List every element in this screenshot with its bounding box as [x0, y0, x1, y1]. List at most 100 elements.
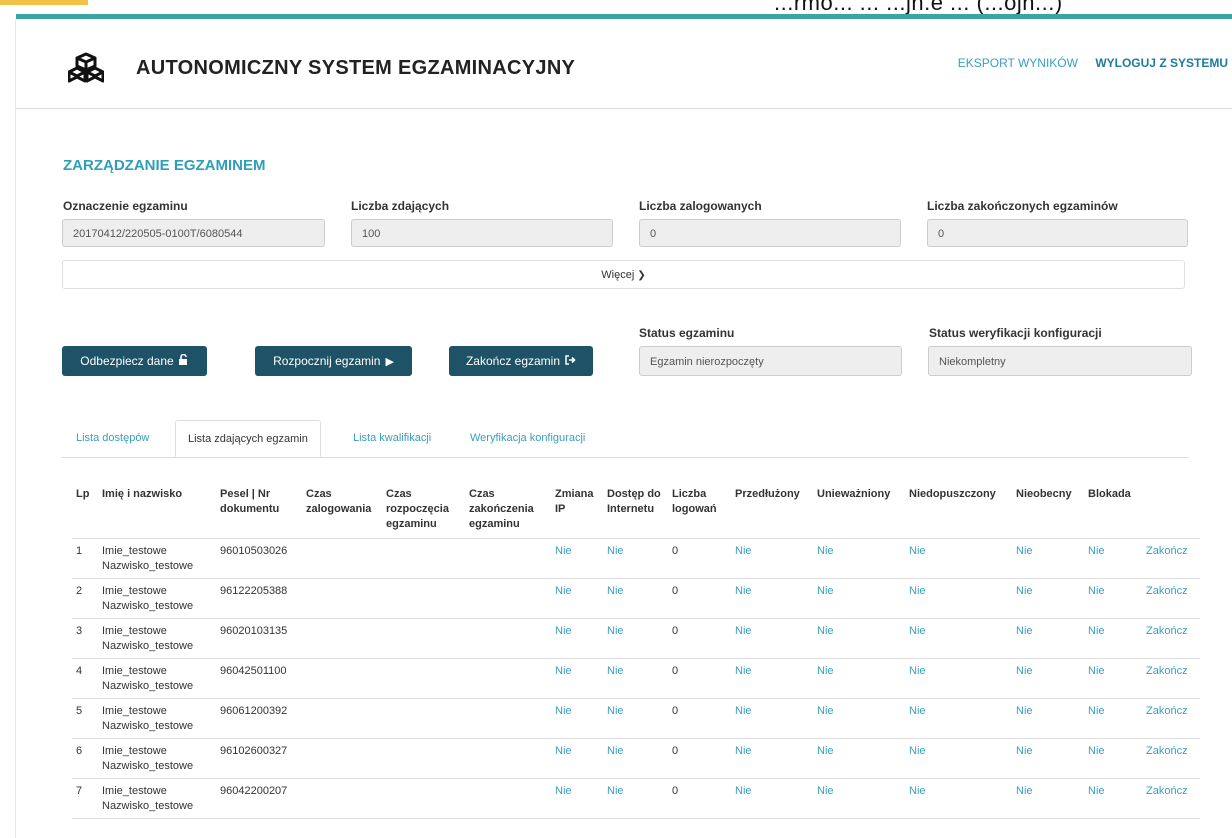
blocked-cell[interactable]: Nie: [1084, 658, 1142, 699]
ip-change-cell[interactable]: Nie: [551, 538, 603, 579]
internet-access-cell[interactable]: Nie: [603, 778, 668, 819]
ip-change-cell[interactable]: Nie: [551, 578, 603, 619]
exam-id-label: Oznaczenie egzaminu: [63, 199, 188, 213]
tab-config-verification[interactable]: Weryfikacja konfiguracji: [470, 420, 585, 457]
login-time-cell: [302, 778, 382, 819]
not-admitted-cell[interactable]: Nie: [905, 538, 1012, 579]
ip-change-cell[interactable]: Nie: [551, 698, 603, 739]
not-admitted-cell[interactable]: Nie: [905, 698, 1012, 739]
invalidated-cell[interactable]: Nie: [813, 698, 905, 739]
internet-access-cell[interactable]: Nie: [603, 578, 668, 619]
internet-access-cell[interactable]: Nie: [603, 618, 668, 659]
table-row: 2 Imie_testowe Nazwisko_testowe 96122205388…: [72, 578, 1200, 619]
participant-name: Imie_testowe Nazwisko_testowe: [98, 578, 216, 619]
login-count-cell: 0: [668, 578, 731, 619]
end-time-cell: [465, 618, 551, 659]
not-admitted-cell[interactable]: Nie: [905, 738, 1012, 779]
blocked-cell[interactable]: Nie: [1084, 698, 1142, 739]
end-exam-button[interactable]: Zakończ egzamin: [449, 346, 593, 376]
ip-change-cell[interactable]: Nie: [551, 618, 603, 659]
end-exam-row-link[interactable]: Zakończ: [1142, 578, 1200, 619]
invalidated-cell[interactable]: Nie: [813, 778, 905, 819]
browser-top-strip: ...rmo... ... ...jn.e ... (...ojn...): [0, 0, 1232, 15]
absent-cell[interactable]: Nie: [1012, 618, 1084, 659]
extended-cell[interactable]: Nie: [731, 698, 813, 739]
login-time-cell: [302, 698, 382, 739]
not-admitted-cell[interactable]: Nie: [905, 618, 1012, 659]
ip-change-cell[interactable]: Nie: [551, 778, 603, 819]
invalidated-cell[interactable]: Nie: [813, 658, 905, 699]
table-row: 4 Imie_testowe Nazwisko_testowe 96042501100…: [72, 658, 1200, 699]
first-name: Imie_testowe: [102, 665, 167, 677]
participant-name: Imie_testowe Nazwisko_testowe: [98, 538, 216, 579]
start-exam-button[interactable]: Rozpocznij egzamin ▶: [255, 346, 412, 376]
start-time-cell: [382, 698, 465, 739]
blocked-cell[interactable]: Nie: [1084, 538, 1142, 579]
login-count-cell: 0: [668, 698, 731, 739]
absent-cell[interactable]: Nie: [1012, 658, 1084, 699]
end-exam-label: Zakończ egzamin: [465, 354, 561, 368]
sign-out-icon: [565, 355, 576, 368]
absent-cell[interactable]: Nie: [1012, 578, 1084, 619]
participant-name: Imie_testowe Nazwisko_testowe: [98, 698, 216, 739]
absent-cell[interactable]: Nie: [1012, 778, 1084, 819]
blocked-cell[interactable]: Nie: [1084, 738, 1142, 779]
absent-cell[interactable]: Nie: [1012, 538, 1084, 579]
tab-qualifications-list[interactable]: Lista kwalifikacji: [353, 420, 431, 457]
extended-cell[interactable]: Nie: [731, 738, 813, 779]
config-status-label: Status weryfikacji konfiguracji: [929, 326, 1102, 340]
participants-field: 100: [351, 219, 613, 247]
tab-participants-list[interactable]: Lista zdających egzamin: [175, 420, 321, 457]
end-exam-row-link[interactable]: Zakończ: [1142, 738, 1200, 779]
extended-cell[interactable]: Nie: [731, 578, 813, 619]
unlock-data-button[interactable]: Odbezpiecz dane: [62, 346, 207, 376]
ip-change-cell[interactable]: Nie: [551, 738, 603, 779]
extended-cell[interactable]: Nie: [731, 778, 813, 819]
login-count-cell: 0: [668, 738, 731, 779]
end-exam-row-link[interactable]: Zakończ: [1142, 618, 1200, 659]
extended-cell[interactable]: Nie: [731, 538, 813, 579]
invalidated-cell[interactable]: Nie: [813, 738, 905, 779]
tab-access-list[interactable]: Lista dostępów: [76, 420, 149, 457]
not-admitted-cell[interactable]: Nie: [905, 658, 1012, 699]
pesel-cell: 96010503026: [216, 538, 302, 579]
col-start-time: Czas rozpoczęcia egzaminu: [382, 482, 465, 539]
end-exam-row-link[interactable]: Zakończ: [1142, 658, 1200, 699]
participants-table: Lp Imię i nazwisko Pesel | Nr dokumentu …: [72, 482, 1200, 819]
invalidated-cell[interactable]: Nie: [813, 618, 905, 659]
internet-access-cell[interactable]: Nie: [603, 738, 668, 779]
cubes-icon: [68, 52, 104, 83]
internet-access-cell[interactable]: Nie: [603, 698, 668, 739]
invalidated-cell[interactable]: Nie: [813, 538, 905, 579]
not-admitted-cell[interactable]: Nie: [905, 578, 1012, 619]
participant-name: Imie_testowe Nazwisko_testowe: [98, 738, 216, 779]
more-toggle[interactable]: Więcej ❯: [62, 260, 1185, 289]
ip-change-cell[interactable]: Nie: [551, 658, 603, 699]
col-pesel: Pesel | Nr dokumentu: [216, 482, 302, 539]
play-icon: ▶: [385, 356, 394, 368]
end-exam-row-link[interactable]: Zakończ: [1142, 778, 1200, 819]
end-exam-row-link[interactable]: Zakończ: [1142, 698, 1200, 739]
end-exam-row-link[interactable]: Zakończ: [1142, 538, 1200, 579]
extended-cell[interactable]: Nie: [731, 618, 813, 659]
row-number: 2: [72, 578, 98, 619]
logout-link[interactable]: WYLOGUJ Z SYSTEMU: [1095, 56, 1228, 70]
internet-access-cell[interactable]: Nie: [603, 538, 668, 579]
col-internet-access: Dostęp do Internetu: [603, 482, 668, 539]
internet-access-cell[interactable]: Nie: [603, 658, 668, 699]
export-results-link[interactable]: EKSPORT WYNIKÓW: [958, 56, 1078, 70]
absent-cell[interactable]: Nie: [1012, 738, 1084, 779]
absent-cell[interactable]: Nie: [1012, 698, 1084, 739]
not-admitted-cell[interactable]: Nie: [905, 778, 1012, 819]
table-row: 6 Imie_testowe Nazwisko_testowe 96102600327…: [72, 738, 1200, 779]
invalidated-cell[interactable]: Nie: [813, 578, 905, 619]
blocked-cell[interactable]: Nie: [1084, 778, 1142, 819]
extended-cell[interactable]: Nie: [731, 658, 813, 699]
pesel-cell: 96102600327: [216, 738, 302, 779]
blocked-cell[interactable]: Nie: [1084, 578, 1142, 619]
participant-name: Imie_testowe Nazwisko_testowe: [98, 618, 216, 659]
col-action: [1142, 482, 1200, 539]
blocked-cell[interactable]: Nie: [1084, 618, 1142, 659]
exam-id-field: 20170412/220505-0100T/6080544: [62, 219, 325, 247]
end-time-cell: [465, 778, 551, 819]
